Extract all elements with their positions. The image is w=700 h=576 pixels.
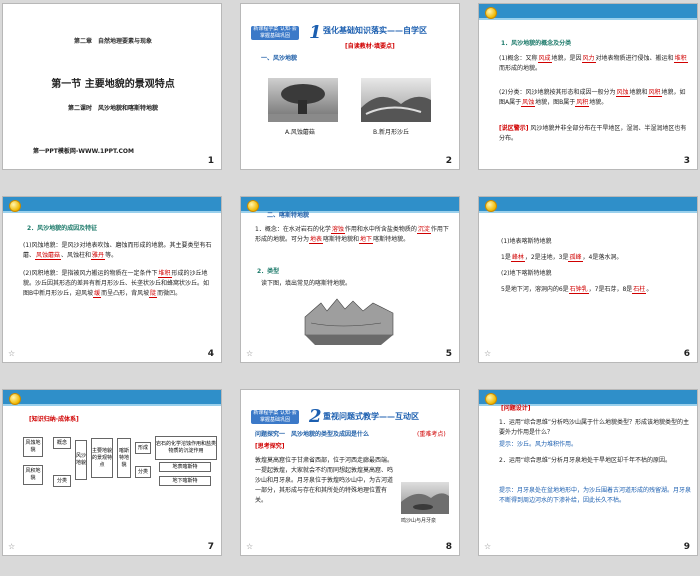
paragraph-1: (1)概念：又称风成地貌，是因风力对地表物质进行侵蚀、搬运和堆积而形成的地貌。 xyxy=(499,55,688,72)
paragraph-2: (2)分类：风沙地貌按其形态和成因一般分为风蚀地貌和风积地貌，如图A属于风蚀地貌… xyxy=(499,89,686,107)
tag-label: [思考探究] xyxy=(255,443,285,450)
bullet-icon xyxy=(485,200,497,212)
star-icon[interactable]: ☆ xyxy=(246,542,253,551)
answer-1: 提示：沙丘。风力堆积作用。 xyxy=(499,441,578,448)
concept-map-node: 地下喀斯特 xyxy=(159,476,211,486)
title-bar xyxy=(479,4,697,20)
star-icon[interactable]: ☆ xyxy=(484,349,491,358)
star-icon[interactable]: ☆ xyxy=(8,542,15,551)
body-text: 敦煌莫高窟位于甘肃省西部，位于河西走廊最西端。一提起敦煌，大家就会不约而同想起敦… xyxy=(255,457,394,504)
instruction: 读下图，填出常见的喀斯特地貌。 xyxy=(261,280,352,287)
slide-number: 4 xyxy=(207,349,214,359)
underground-karst-title: (2)地下喀斯特地貌 xyxy=(501,270,552,277)
subhead: 二、喀斯特地貌 xyxy=(267,212,310,219)
photo-crescent-spring xyxy=(401,482,449,514)
slide-thumbnail-2[interactable]: 新课程学案 认知·会掌握基础巩固 1 强化基础知识落实——自学区 [自读教材·填… xyxy=(240,3,460,170)
slide-title: 第一节 主要地貌的景观特点 xyxy=(51,79,175,90)
slide-number: 8 xyxy=(445,542,452,552)
slide-thumbnail-9[interactable]: [问题设计] 1．运用“综合思维”分析鸣沙山属于什么地貌类型？形成该地貌类型的主… xyxy=(478,389,698,556)
slide-thumbnail-4[interactable]: 2．风沙地貌的成因及特征 (1)风蚀地貌：是风沙对地表吹蚀、磨蚀而形成的地貌。其… xyxy=(2,196,222,363)
concept-map-node: 分类 xyxy=(53,475,71,487)
surface-karst-title: (1)地表喀斯特地貌 xyxy=(501,238,552,245)
heading: 2．风沙地貌的成因及特征 xyxy=(27,225,98,232)
slide-thumbnail-5[interactable]: 二、喀斯特地貌 1．概念：在水对岩石的化学溶蚀作用和水中所含盐类物质的沉淀作用下… xyxy=(240,196,460,363)
slide-number: 2 xyxy=(445,156,452,166)
caption-b: B.新月形沙丘 xyxy=(373,129,410,136)
concept-map-node: 地表喀斯特 xyxy=(159,462,211,472)
caption-a: A.风蚀蘑菇 xyxy=(285,129,315,136)
title-bar xyxy=(3,390,221,406)
star-icon[interactable]: ☆ xyxy=(484,542,491,551)
paragraph-2: (2)风积地貌：是指被风力搬运的物质在一定条件下堆积形成的沙丘地貌。沙丘因其形态… xyxy=(23,270,210,298)
tag-label: [知识归纳·成体系] xyxy=(29,416,79,423)
section-number: 1 xyxy=(309,22,322,43)
slide-number: 3 xyxy=(683,156,690,166)
slide-number: 6 xyxy=(683,349,690,359)
subhead: 一、风沙地貌 xyxy=(261,55,298,62)
photo-caption: 鸣沙山与月牙泉 xyxy=(401,518,437,524)
explore-question: 问题探究一 风沙地貌的类型及成因是什么 xyxy=(255,431,370,438)
title-bar xyxy=(479,197,697,213)
star-icon[interactable]: ☆ xyxy=(8,349,15,358)
photo-crescent-dune xyxy=(361,78,431,122)
footer-text: 第一PPT模板网-WWW.1PPT.COM xyxy=(33,148,134,155)
slide-thumbnail-8[interactable]: 新课程学案 认知·会掌握基础巩固 2 重视问题式教学——互动区 问题探究一 风沙… xyxy=(240,389,460,556)
slide-thumbnail-1[interactable]: 第二章 自然地理要素与现象 第一节 主要地貌的景观特点 第二课时 风沙地貌和喀斯… xyxy=(2,3,222,170)
bullet-icon xyxy=(9,200,21,212)
karst-diagram xyxy=(301,295,397,347)
chapter-title: 第二章 自然地理要素与现象 xyxy=(73,38,152,45)
section-heading: 强化基础知识落实——自学区 xyxy=(323,26,427,35)
question-2: 2．运用“综合思维”分析月牙泉地处干旱地区却千年不枯的原因。 xyxy=(499,457,672,464)
concept-map-node: 形成 xyxy=(135,442,151,454)
slide-number: 7 xyxy=(207,542,214,552)
paragraph-1: (1)风蚀地貌：是风沙对地表吹蚀、磨蚀而形成的地貌。其主要类型有石蘑、风蚀蘑菇、… xyxy=(23,242,212,260)
badge: 新课程学案 认知·会掌握基础巩固 xyxy=(251,410,299,424)
type-heading: 2．类型 xyxy=(257,268,280,275)
underground-karst-items: 5是地下河，溶洞内的6是石钟乳，7是石芽，8是石柱。 xyxy=(501,286,653,294)
slide-number: 9 xyxy=(683,542,690,552)
bullet-icon xyxy=(485,393,497,405)
slide-thumbnail-3[interactable]: 1．风沙地貌的概念及分类 (1)概念：又称风成地貌，是因风力对地表物质进行侵蚀、… xyxy=(478,3,698,170)
heading: 1．风沙地貌的概念及分类 xyxy=(501,40,572,47)
bullet-icon xyxy=(9,393,21,405)
photo-mushroom-rock xyxy=(268,78,338,122)
slide-thumbnail-7[interactable]: [知识归纳·成体系] 风蚀地貌 风积地貌 概念 分类 风沙地貌 主要地貌的景观特… xyxy=(2,389,222,556)
paragraph-1: 1．概念：在水对岩石的化学溶蚀作用和水中所含盐类物质的沉淀作用下形成的地貌。可分… xyxy=(255,226,449,244)
concept-map-node: 喀斯特地貌 xyxy=(117,438,131,478)
concept-map-node: 风沙地貌 xyxy=(75,440,87,480)
concept-map-node: 风积地貌 xyxy=(23,465,43,485)
slide-subtitle: 第二课时 风沙地貌和喀斯特地貌 xyxy=(67,105,158,112)
bullet-icon xyxy=(485,7,497,19)
difficulty-note: (重难考点) xyxy=(417,431,446,438)
surface-karst-items: 1是峰林，2是洼地，3是孤峰，4是落水洞。 xyxy=(501,254,623,262)
slide-number: 5 xyxy=(445,349,452,359)
star-icon[interactable]: ☆ xyxy=(246,349,253,358)
answer-2: 提示：月牙泉处在盆地地形中，为沙丘围着古河道形成的残留湖。月牙泉不断得到周边河水… xyxy=(499,487,692,504)
title-bar xyxy=(3,197,221,213)
slide-thumbnail-6[interactable]: (1)地表喀斯特地貌 1是峰林，2是洼地，3是孤峰，4是落水洞。 (2)地下喀斯… xyxy=(478,196,698,363)
concept-map-node: 岩石的化学溶蚀作用和盐类物质的沉淀作用 xyxy=(155,436,217,460)
tag-label: [问题设计] xyxy=(501,405,531,412)
warning-tip: [说区警示] 风沙地貌并非全部分布在干旱地区，湿润、半湿润地区也有分布。 xyxy=(499,125,687,142)
badge: 新课程学案 认知·会掌握基础巩固 xyxy=(251,26,299,40)
question-1: 1．运用“综合思维”分析鸣沙山属于什么地貌类型？形成该地貌类型的主要外力作用是什… xyxy=(499,419,690,436)
bullet-icon xyxy=(247,200,259,212)
section-number: 2 xyxy=(309,406,322,427)
section-heading: 重视问题式教学——互动区 xyxy=(323,412,419,421)
concept-map-node: 分类 xyxy=(135,466,151,478)
tag-label: [自读教材·填要点] xyxy=(345,43,395,50)
slide-number: 1 xyxy=(207,156,214,166)
concept-map-node: 概念 xyxy=(53,437,71,449)
concept-map-node: 主要地貌的景观特点 xyxy=(91,438,113,478)
concept-map-node: 风蚀地貌 xyxy=(23,437,43,457)
